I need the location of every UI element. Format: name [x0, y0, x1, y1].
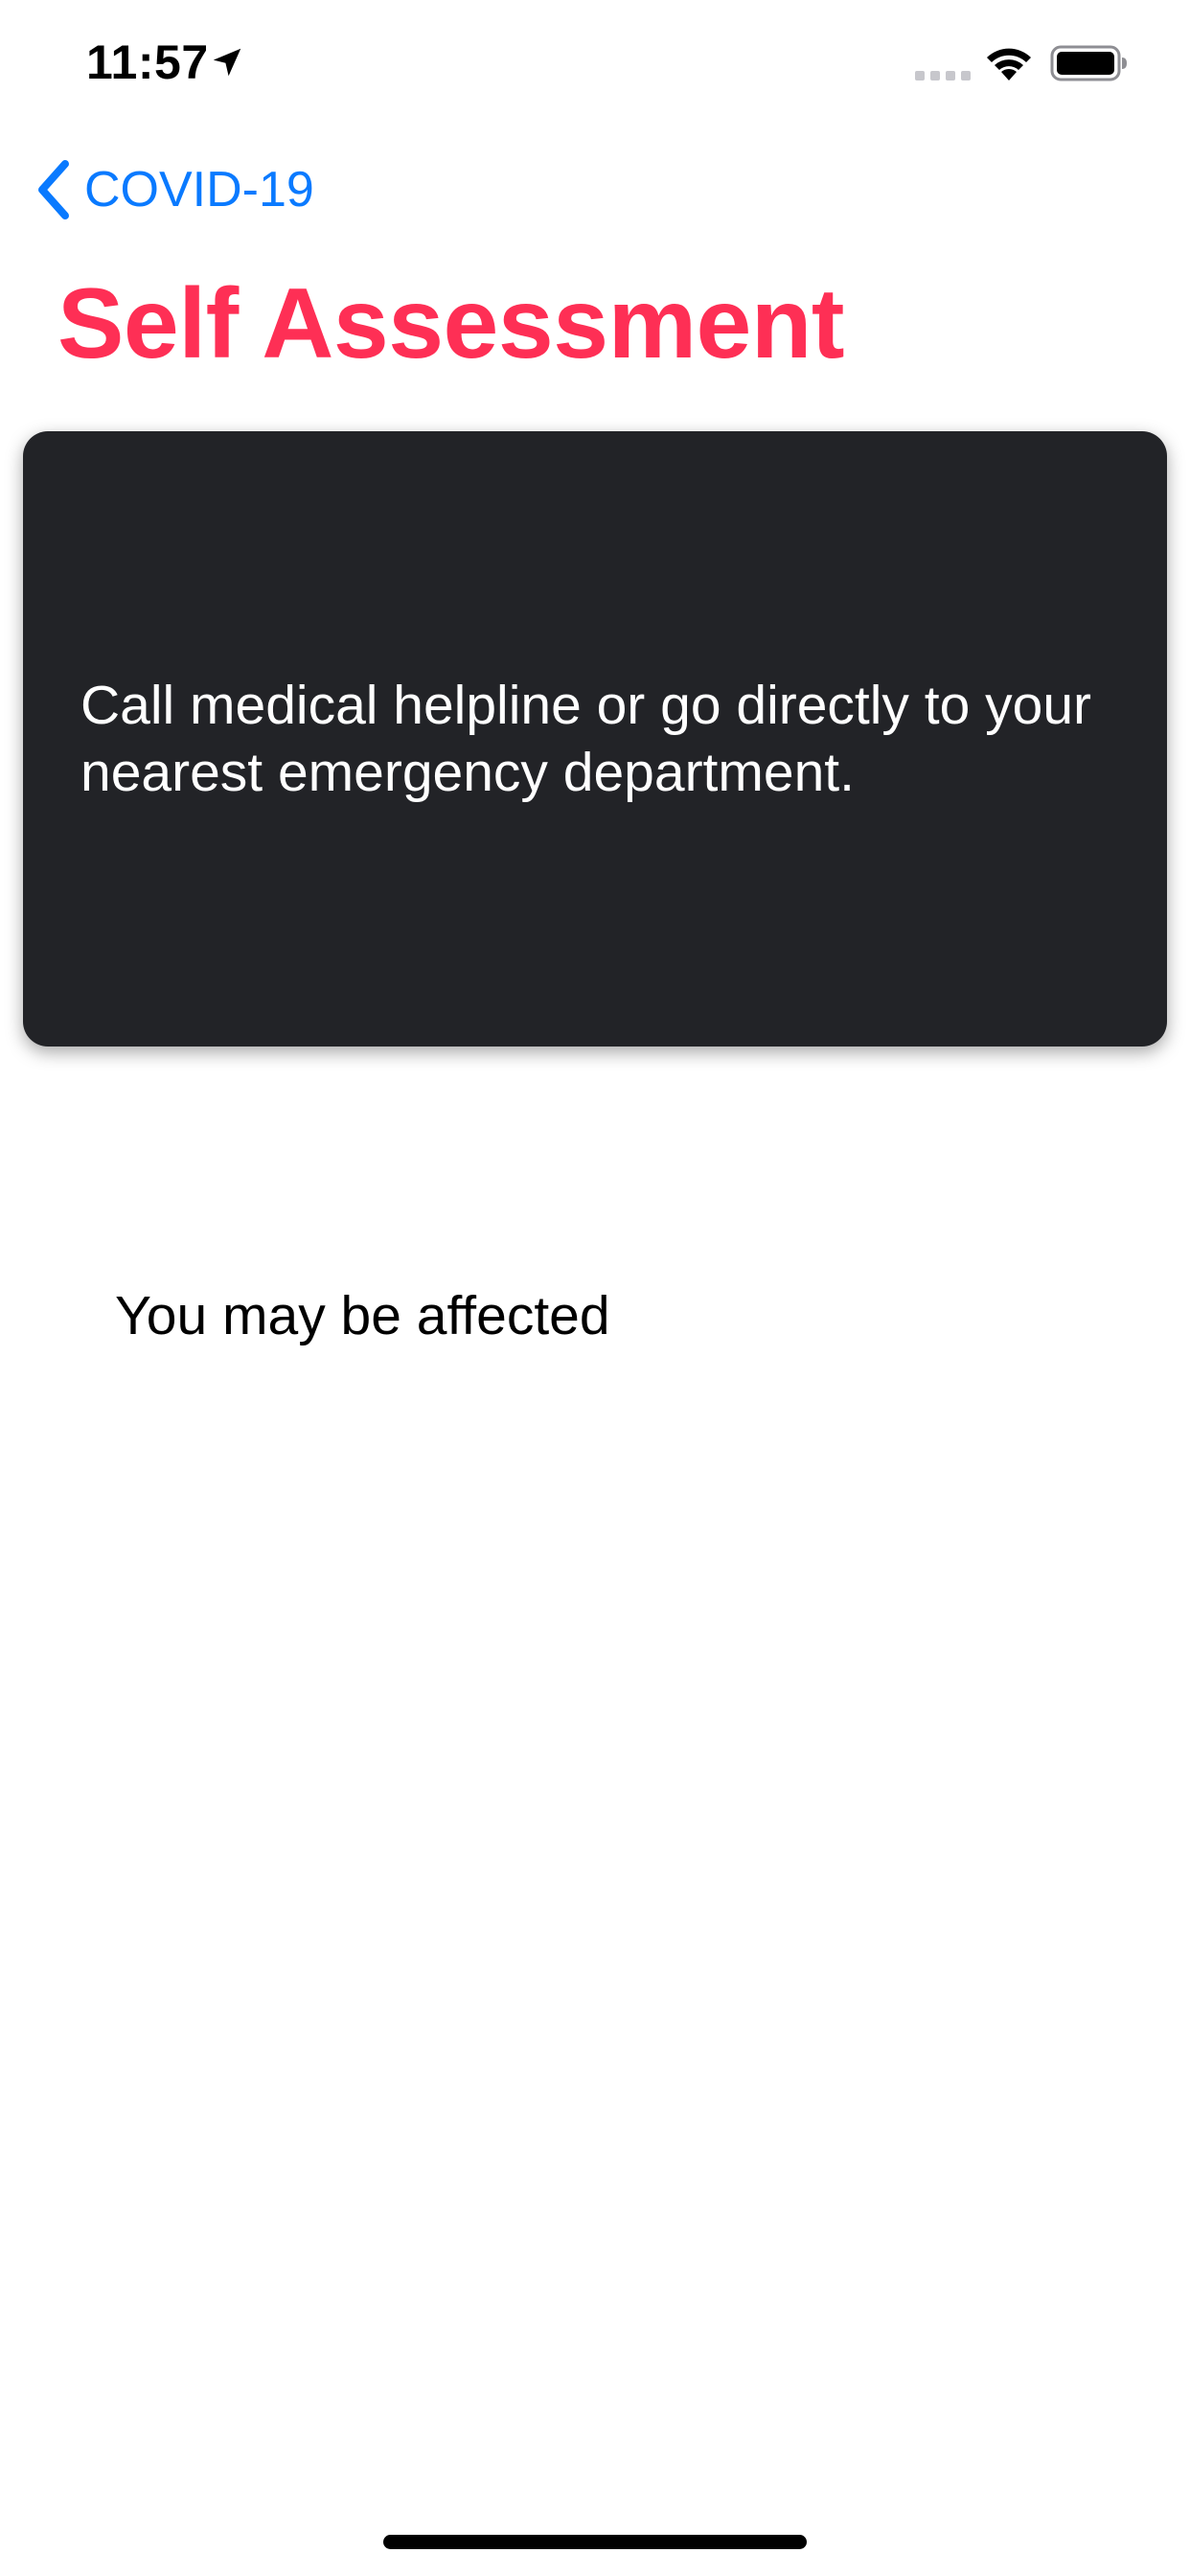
status-bar: 11:57: [0, 0, 1190, 126]
page-title: Self Assessment: [57, 268, 845, 380]
back-button-label: COVID-19: [84, 162, 314, 218]
chevron-left-icon: [38, 160, 69, 219]
home-indicator[interactable]: [383, 2535, 807, 2549]
result-card: Call medical helpline or go directly to …: [23, 431, 1167, 1046]
status-time: 11:57: [86, 35, 209, 89]
cellular-signal-icon: [915, 71, 971, 80]
card-message: Call medical helpline or go directly to …: [80, 675, 1092, 803]
wifi-icon: [987, 48, 1031, 80]
back-button[interactable]: COVID-19: [33, 153, 314, 226]
battery-icon: [1050, 45, 1127, 81]
result-label: You may be affected: [115, 1285, 610, 1346]
location-arrow-icon: [213, 48, 241, 77]
